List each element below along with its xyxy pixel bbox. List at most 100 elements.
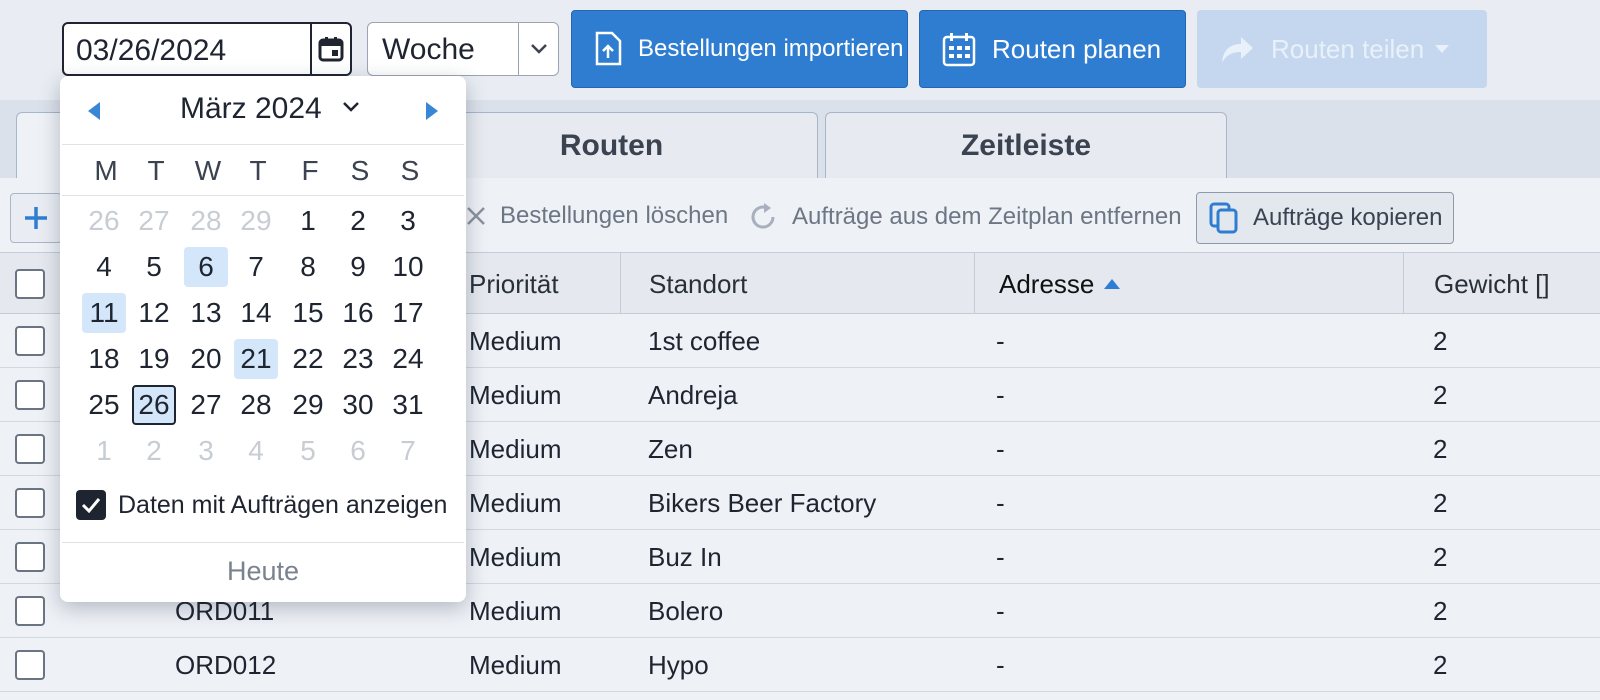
plus-icon [25,207,47,229]
order-priority: Medium [469,595,562,626]
row-checkbox[interactable] [15,326,45,356]
calendar-day[interactable]: 2 [336,201,380,241]
calendar-day[interactable]: 20 [184,339,228,379]
date-field[interactable]: 03/26/2024 [62,22,352,76]
add-order-button[interactable] [10,193,62,243]
calendar-day[interactable]: 13 [184,293,228,333]
calendar-day[interactable]: 24 [386,339,430,379]
copy-icon [1209,202,1239,234]
order-priority: Medium [469,433,562,464]
calendar-day[interactable]: 4 [82,247,126,287]
calendar-day[interactable]: 30 [336,385,380,425]
calendar-day[interactable]: 10 [386,247,430,287]
order-address: - [996,541,1005,572]
calendar-day[interactable]: 29 [234,201,278,241]
calendar-day[interactable]: 6 [336,431,380,471]
copy-orders-button[interactable]: Aufträge kopieren [1196,192,1454,244]
copy-orders-label: Aufträge kopieren [1253,204,1443,231]
weekday-header: MTWTFSS [62,144,464,196]
order-location: 1st coffee [648,325,761,356]
calendar-day[interactable]: 1 [286,201,330,241]
select-all-checkbox[interactable] [15,269,45,299]
calendar-day-selected[interactable]: 26 [132,385,176,425]
calendar-day[interactable]: 21 [234,339,278,379]
calendar-day[interactable]: 29 [286,385,330,425]
row-checkbox[interactable] [15,596,45,626]
calendar-day[interactable]: 16 [336,293,380,333]
order-weight: 2 [1433,379,1448,410]
plan-routes-button[interactable]: Routen planen [919,10,1186,88]
calendar-day[interactable]: 9 [336,247,380,287]
calendar-day[interactable]: 7 [386,431,430,471]
calendar-day[interactable]: 15 [286,293,330,333]
calendar-day[interactable]: 7 [234,247,278,287]
order-location: Andreja [648,379,738,410]
row-checkbox[interactable] [15,542,45,572]
header-priority[interactable]: Priorität [469,253,559,315]
select-all-cell [0,253,60,315]
check-icon[interactable] [76,490,106,520]
remove-from-schedule-button[interactable]: Aufträge aus dem Zeitplan entfernen [748,202,1182,232]
show-dates-with-orders-toggle[interactable]: Daten mit Aufträgen anzeigen [76,490,447,520]
header-location[interactable]: Standort [620,253,975,315]
import-orders-button[interactable]: Bestellungen importieren [571,10,908,88]
order-id: ORD012 [175,649,277,680]
weekday-label: W [194,155,222,186]
calendar-day[interactable]: 26 [82,201,126,241]
order-location: Hypo [648,649,709,680]
row-checkbox[interactable] [15,488,45,518]
previous-month-icon[interactable] [88,102,100,120]
month-label[interactable]: März 2024 [180,92,322,126]
header-weight[interactable]: Gewicht [] [1403,253,1600,315]
calendar-day[interactable]: 27 [132,201,176,241]
chevron-down-icon[interactable] [342,100,360,118]
calendar-day[interactable]: 19 [132,339,176,379]
order-weight: 2 [1433,325,1448,356]
calendar-day[interactable]: 23 [336,339,380,379]
tab-routes[interactable]: Routen [405,112,818,178]
table-row[interactable]: ORD012 Medium Hypo - 2 [0,638,1600,692]
calendar-day[interactable]: 5 [132,247,176,287]
calendar-day[interactable]: 25 [82,385,126,425]
calendar-day[interactable]: 11 [82,293,126,333]
calendar-day[interactable]: 6 [184,247,228,287]
calendar-day[interactable]: 28 [184,201,228,241]
calendar-day[interactable]: 14 [234,293,278,333]
calendar-day[interactable]: 5 [286,431,330,471]
calendar-icon[interactable] [310,24,350,74]
row-select-cell [0,530,60,584]
order-location: Bikers Beer Factory [648,487,877,518]
calendar-day[interactable]: 12 [132,293,176,333]
calendar-day[interactable]: 31 [386,385,430,425]
delete-orders-label: Bestellungen löschen [500,202,729,229]
weekday-label: F [301,155,319,186]
calendar-day[interactable]: 8 [286,247,330,287]
order-weight: 2 [1433,541,1448,572]
order-weight: 2 [1433,433,1448,464]
order-location: Buz In [648,541,722,572]
period-select[interactable]: Woche [367,22,559,76]
calendar-day[interactable]: 3 [386,201,430,241]
tab-timeline[interactable]: Zeitleiste [825,112,1227,178]
order-weight: 2 [1433,649,1448,680]
calendar-day[interactable]: 3 [184,431,228,471]
share-routes-button[interactable]: Routen teilen [1197,10,1487,88]
calendar-day[interactable]: 22 [286,339,330,379]
today-button[interactable]: Heute [62,542,464,600]
header-address[interactable]: Adresse [974,253,1404,315]
calendar-day[interactable]: 17 [386,293,430,333]
file-upload-icon [594,31,622,67]
calendar-day[interactable]: 1 [82,431,126,471]
calendar-day[interactable]: 4 [234,431,278,471]
calendar-day[interactable]: 27 [184,385,228,425]
row-checkbox[interactable] [15,650,45,680]
period-select-value: Woche [382,33,475,66]
calendar-day[interactable]: 28 [234,385,278,425]
calendar-day[interactable]: 18 [82,339,126,379]
row-checkbox[interactable] [15,380,45,410]
row-checkbox[interactable] [15,434,45,464]
row-select-cell [0,638,60,692]
delete-orders-button[interactable]: Bestellungen löschen [466,202,728,230]
next-month-icon[interactable] [426,102,438,120]
calendar-day[interactable]: 2 [132,431,176,471]
